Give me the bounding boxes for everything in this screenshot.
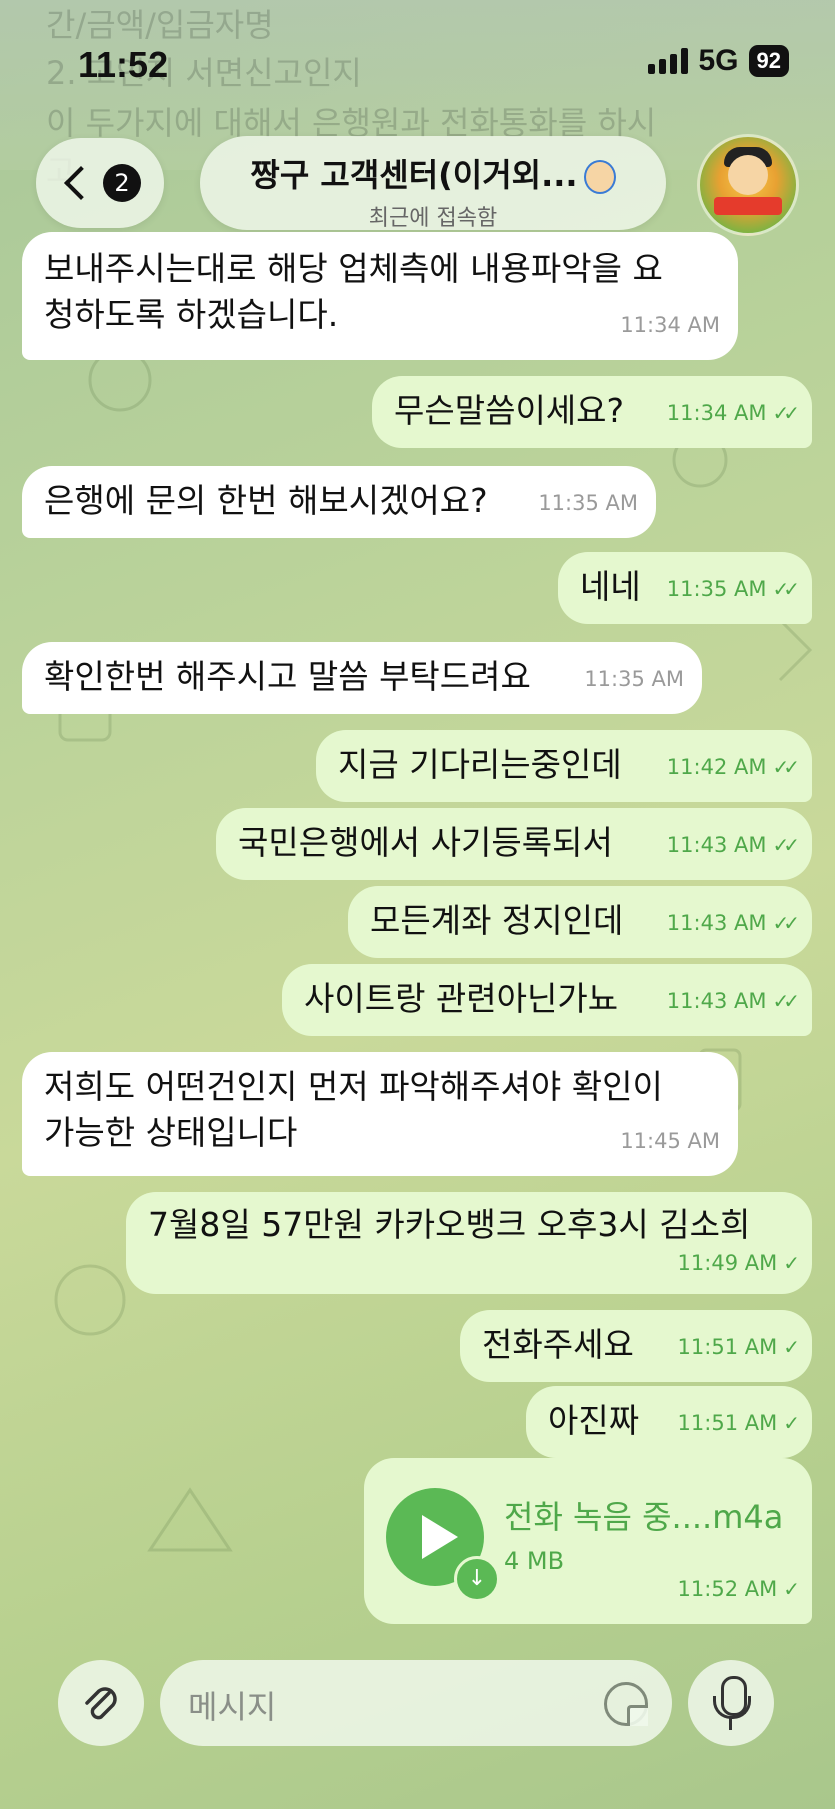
message-outgoing[interactable]: 사이트랑 관련아닌가뇨 11:43 AM ✓✓	[282, 964, 812, 1036]
message-time: 11:45 AM	[620, 1129, 720, 1153]
message-text: 모든계좌 정지인데	[370, 901, 624, 940]
message-text: 확인한번 해주시고 말씀 부탁드려요	[44, 657, 531, 696]
message-incoming[interactable]: 저희도 어떤건인지 먼저 파악해주셔야 확인이 가능한 상태입니다 11:45 …	[22, 1052, 738, 1176]
message-text-line: 저희도 어떤건인지 먼저 파악해주셔야 확인이	[44, 1067, 663, 1106]
message-text: 사이트랑 관련아닌가뇨	[304, 979, 619, 1018]
battery-icon: 92	[748, 45, 789, 77]
message-outgoing[interactable]: 국민은행에서 사기등록되서 11:43 AM ✓✓	[216, 808, 812, 880]
back-button[interactable]: 2	[36, 138, 164, 228]
message-text: 은행에 문의 한번 해보시겠어요?	[44, 481, 488, 520]
message-text: 아진짜	[548, 1401, 640, 1440]
message-time: 11:43 AM	[666, 833, 767, 857]
status-time: 11:52	[78, 44, 169, 85]
message-time: 11:49 AM	[677, 1251, 778, 1275]
ghost-line: 간/금액/입금자명	[46, 6, 274, 44]
chat-header[interactable]: 짱구 고객센터(이거외... 최근에 접속함	[200, 136, 666, 231]
message-input-placeholder: 메시지	[188, 1688, 277, 1726]
message-outgoing[interactable]: 7월8일 57만원 카카오뱅크 오후3시 김소희 11:49 AM ✓	[126, 1192, 812, 1294]
chevron-left-icon	[64, 166, 98, 200]
message-time: 11:52 AM	[677, 1577, 778, 1601]
message-text-line: 가능한 상태입니다	[44, 1113, 298, 1152]
double-check-icon: ✓✓	[772, 911, 799, 935]
message-outgoing[interactable]: 네네 11:35 AM ✓✓	[558, 552, 812, 624]
message-outgoing[interactable]: 모든계좌 정지인데 11:43 AM ✓✓	[348, 886, 812, 958]
message-text: 무슨말씀이세요?	[394, 391, 625, 430]
message-outgoing[interactable]: 아진짜 11:51 AM ✓	[526, 1386, 812, 1458]
check-icon: ✓	[783, 1411, 800, 1435]
message-outgoing[interactable]: 무슨말씀이세요? 11:34 AM ✓✓	[372, 376, 812, 448]
message-text: 국민은행에서 사기등록되서	[238, 823, 613, 862]
chat-subtitle: 최근에 접속함	[368, 206, 498, 231]
signal-icon	[648, 48, 689, 74]
message-incoming[interactable]: 확인한번 해주시고 말씀 부탁드려요 11:35 AM	[22, 642, 702, 714]
message-text: 지금 기다리는중인데	[338, 745, 622, 784]
message-time: 11:42 AM	[666, 755, 767, 779]
double-check-icon: ✓✓	[772, 401, 799, 425]
avatar[interactable]	[697, 134, 799, 236]
sticker-icon[interactable]	[604, 1682, 648, 1726]
audio-message[interactable]: ↓ 전화 녹음 중....m4a 4 MB 11:52 AM ✓	[364, 1458, 812, 1624]
message-text-line: 보내주시는대로 해당 업체측에 내용파악을 요	[44, 249, 663, 288]
message-time: 11:51 AM	[677, 1411, 778, 1435]
message-time: 11:35 AM	[584, 667, 684, 691]
chat-title: 짱구 고객센터(이거외...	[200, 150, 666, 196]
message-outgoing[interactable]: 전화주세요 11:51 AM ✓	[460, 1310, 812, 1382]
audio-filename: 전화 녹음 중....m4a	[504, 1498, 784, 1536]
attach-button[interactable]	[58, 1660, 144, 1746]
message-time: 11:35 AM	[666, 577, 767, 601]
message-text: 7월8일 57만원 카카오뱅크 오후3시 김소희	[148, 1205, 751, 1244]
message-time: 11:34 AM	[620, 313, 720, 337]
message-time: 11:43 AM	[666, 989, 767, 1013]
message-outgoing[interactable]: 지금 기다리는중인데 11:42 AM ✓✓	[316, 730, 812, 802]
message-text-line: 청하도록 하겠습니다.	[44, 295, 339, 334]
character-emoji-icon	[583, 160, 616, 194]
message-input[interactable]: 메시지	[160, 1660, 672, 1746]
double-check-icon: ✓✓	[772, 833, 799, 857]
message-incoming[interactable]: 은행에 문의 한번 해보시겠어요? 11:35 AM	[22, 466, 656, 538]
message-text: 전화주세요	[482, 1325, 634, 1364]
message-incoming[interactable]: 보내주시는대로 해당 업체측에 내용파악을 요 청하도록 하겠습니다. 11:3…	[22, 232, 738, 360]
double-check-icon: ✓✓	[772, 755, 799, 779]
double-check-icon: ✓✓	[772, 577, 799, 601]
check-icon: ✓	[783, 1251, 800, 1275]
unread-count-badge: 2	[103, 164, 141, 202]
audio-filesize: 4 MB	[504, 1547, 565, 1575]
download-icon[interactable]: ↓	[454, 1556, 500, 1602]
chat-title-text: 짱구 고객센터(이거외...	[250, 156, 578, 194]
check-icon: ✓	[783, 1577, 800, 1601]
network-type: 5G	[698, 44, 739, 77]
check-icon: ✓	[783, 1335, 800, 1359]
voice-record-button[interactable]	[688, 1660, 774, 1746]
paperclip-icon	[85, 1687, 117, 1720]
message-time: 11:35 AM	[538, 491, 638, 515]
double-check-icon: ✓✓	[772, 989, 799, 1013]
status-indicators: 5G 92	[648, 44, 789, 78]
message-text: 네네	[580, 567, 641, 606]
message-time: 11:51 AM	[677, 1335, 778, 1359]
message-time: 11:34 AM	[666, 401, 767, 425]
message-time: 11:43 AM	[666, 911, 767, 935]
